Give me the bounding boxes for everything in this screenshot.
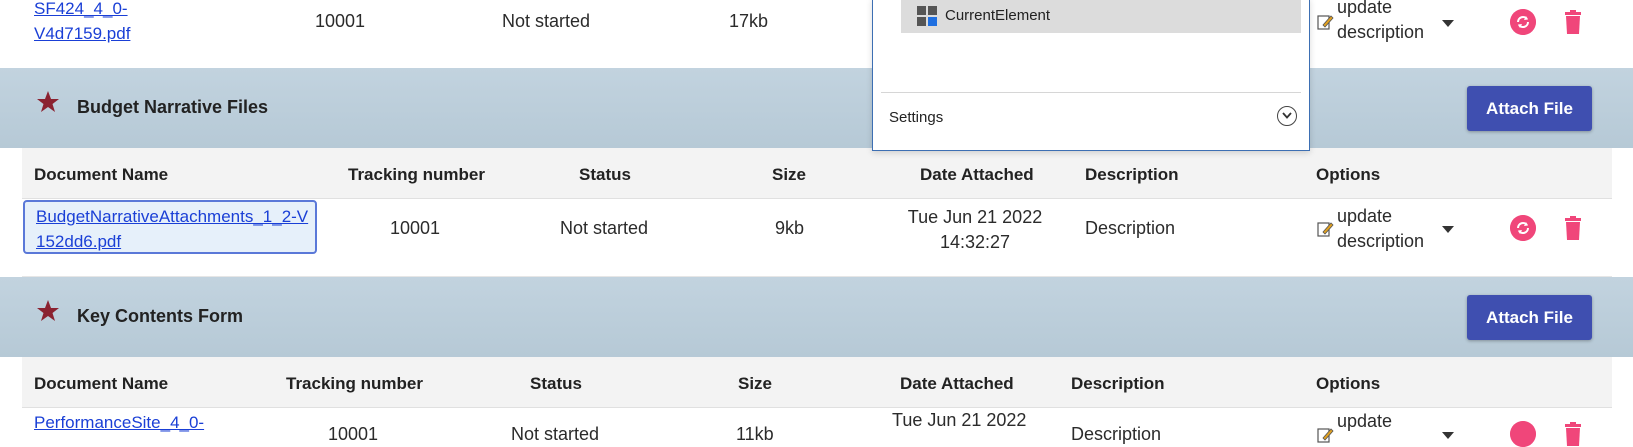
column-header-document-name: Document Name [34,374,169,393]
section-title: Key Contents Form [77,306,244,326]
status-text: Not started [560,218,649,238]
document-link[interactable]: BudgetNarrativeAttachments_1_2-V152dd6.p… [36,204,311,254]
column-header-status: Status [530,374,582,393]
column-header-date-attached: Date Attached [900,374,1014,393]
column-header-options: Options [1316,165,1381,184]
status-text: Not started [511,424,600,444]
section-header-budget-narrative: Budget Narrative Files Attach File [0,68,1633,148]
section-header-key-contents: Key Contents Form Attach File [0,277,1633,357]
date-attached: Tue Jun 21 2022 14:32:27 [907,207,1043,252]
status-text: Not started [502,11,591,31]
tracking-number: 10001 [390,218,441,238]
column-header-tracking-number: Tracking number [286,374,423,393]
tracking-number: 10001 [328,424,379,444]
current-element-label: CurrentElement [945,7,1051,24]
section-title: Budget Narrative Files [77,97,269,117]
description-text: Description [1071,424,1162,444]
update-description-link[interactable]: update description [1337,204,1457,254]
column-header-size: Size [772,165,807,184]
column-header-tracking-number: Tracking number [348,165,485,184]
trash-icon[interactable] [1563,10,1583,34]
update-description-link[interactable]: update description [1337,0,1457,45]
trash-icon[interactable] [1563,422,1583,446]
trash-icon[interactable] [1563,216,1583,240]
column-header-status: Status [579,165,631,184]
column-header-description: Description [1085,165,1179,184]
column-header-date-attached: Date Attached [920,165,1034,184]
column-header-description: Description [1071,374,1165,393]
divider [881,92,1301,93]
edit-icon[interactable] [1316,426,1334,444]
file-size: 17kb [729,11,769,31]
refresh-icon[interactable] [1510,215,1536,241]
chevron-down-icon[interactable] [1442,226,1454,233]
refresh-icon[interactable] [1510,421,1536,447]
attach-file-button[interactable]: Attach File [1467,295,1592,340]
tracking-number: 10001 [315,11,366,31]
refresh-icon[interactable] [1510,9,1536,35]
date-attached: Tue Jun 21 2022 [892,410,1027,430]
current-element-item[interactable]: CurrentElement [901,0,1301,33]
document-link[interactable]: PerformanceSite_4_0- [34,410,204,435]
edit-icon[interactable] [1316,220,1334,238]
file-size: 11kb [736,424,774,444]
element-picker-popup: CurrentElement Settings [872,0,1310,151]
column-header-document-name: Document Name [34,165,169,184]
column-header-options: Options [1316,374,1381,393]
update-description-link[interactable]: update [1337,409,1392,434]
chevron-down-icon[interactable] [1442,20,1454,27]
file-size: 9kb [775,218,805,238]
document-link[interactable]: SF424_4_0-V4d7159.pdf [34,0,174,46]
chevron-down-icon[interactable] [1442,432,1454,439]
grid-icon [917,6,937,26]
column-header-size: Size [738,374,773,393]
attach-file-button[interactable]: Attach File [1467,86,1592,131]
description-text: Description [1085,218,1176,238]
star-icon [37,91,59,112]
settings-label[interactable]: Settings [889,109,943,126]
expand-icon[interactable] [1277,106,1297,126]
star-icon [37,300,59,321]
edit-icon[interactable] [1316,13,1334,31]
